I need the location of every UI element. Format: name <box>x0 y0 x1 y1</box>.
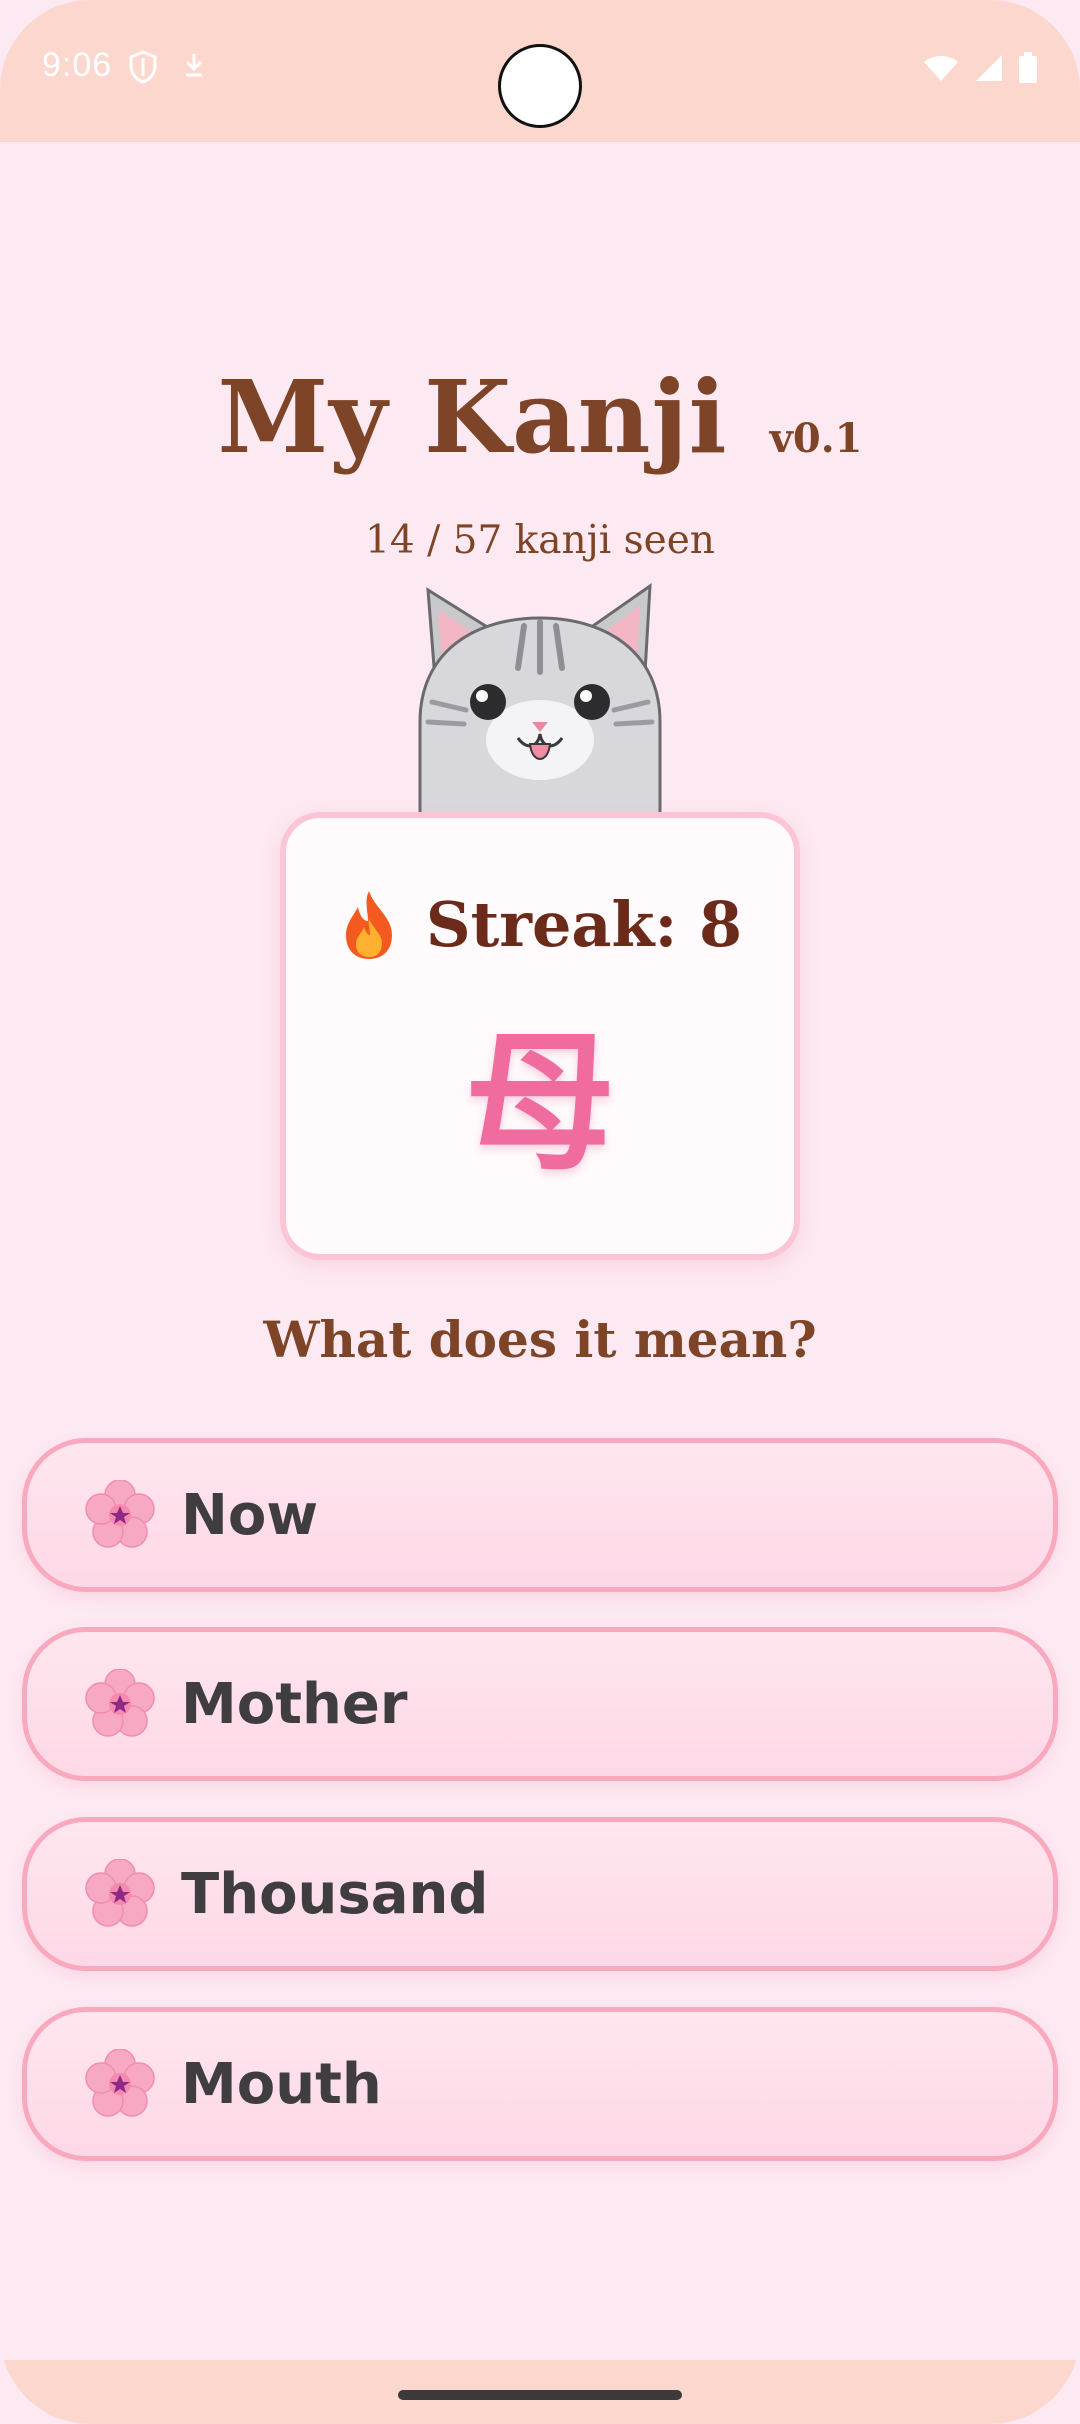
home-indicator[interactable] <box>398 2390 682 2400</box>
status-right-icons <box>922 52 1038 84</box>
question-prompt: What does it mean? <box>263 1310 817 1369</box>
sakura-flower-icon <box>85 2049 155 2117</box>
title-row: My Kanji v0.1 <box>0 358 1080 476</box>
answer-option-now[interactable]: Now <box>22 1438 1058 1592</box>
fire-icon <box>345 890 392 959</box>
status-time: 9:06 <box>42 46 113 84</box>
answer-label: Now <box>181 1482 319 1548</box>
phone-screen: 9:06 My Kanji v0.1 14 / 57 kanji seen St… <box>0 0 1080 2424</box>
battery-icon <box>1019 52 1037 83</box>
answer-label: Thousand <box>181 1861 489 1927</box>
answer-label: Mother <box>181 1671 408 1737</box>
kanji-character: 母 <box>464 1015 615 1191</box>
navigation-bar <box>0 2360 1080 2424</box>
app-title: My Kanji <box>217 358 728 476</box>
sakura-flower-icon <box>85 1859 155 1927</box>
app-version: v0.1 <box>769 415 863 462</box>
progress-counter: 14 / 57 kanji seen <box>365 518 715 563</box>
kanji-card: Streak: 8 母 <box>280 812 800 1260</box>
download-icon <box>185 54 203 77</box>
answer-option-mother[interactable]: Mother <box>22 1627 1058 1781</box>
sakura-flower-icon <box>85 1669 155 1737</box>
streak-label: Streak: 8 <box>425 888 743 961</box>
signal-icon <box>976 55 1002 81</box>
sakura-flower-icon <box>85 1480 155 1548</box>
shield-icon <box>129 50 157 84</box>
answer-option-thousand[interactable]: Thousand <box>22 1817 1058 1971</box>
cat-mascot <box>418 582 662 814</box>
front-camera <box>498 44 582 128</box>
answer-option-mouth[interactable]: Mouth <box>22 2007 1058 2161</box>
status-bar: 9:06 <box>0 0 1080 142</box>
wifi-icon <box>924 56 958 81</box>
streak-row: Streak: 8 <box>286 888 794 961</box>
status-left-icons <box>128 50 208 84</box>
answer-label: Mouth <box>181 2051 382 2117</box>
